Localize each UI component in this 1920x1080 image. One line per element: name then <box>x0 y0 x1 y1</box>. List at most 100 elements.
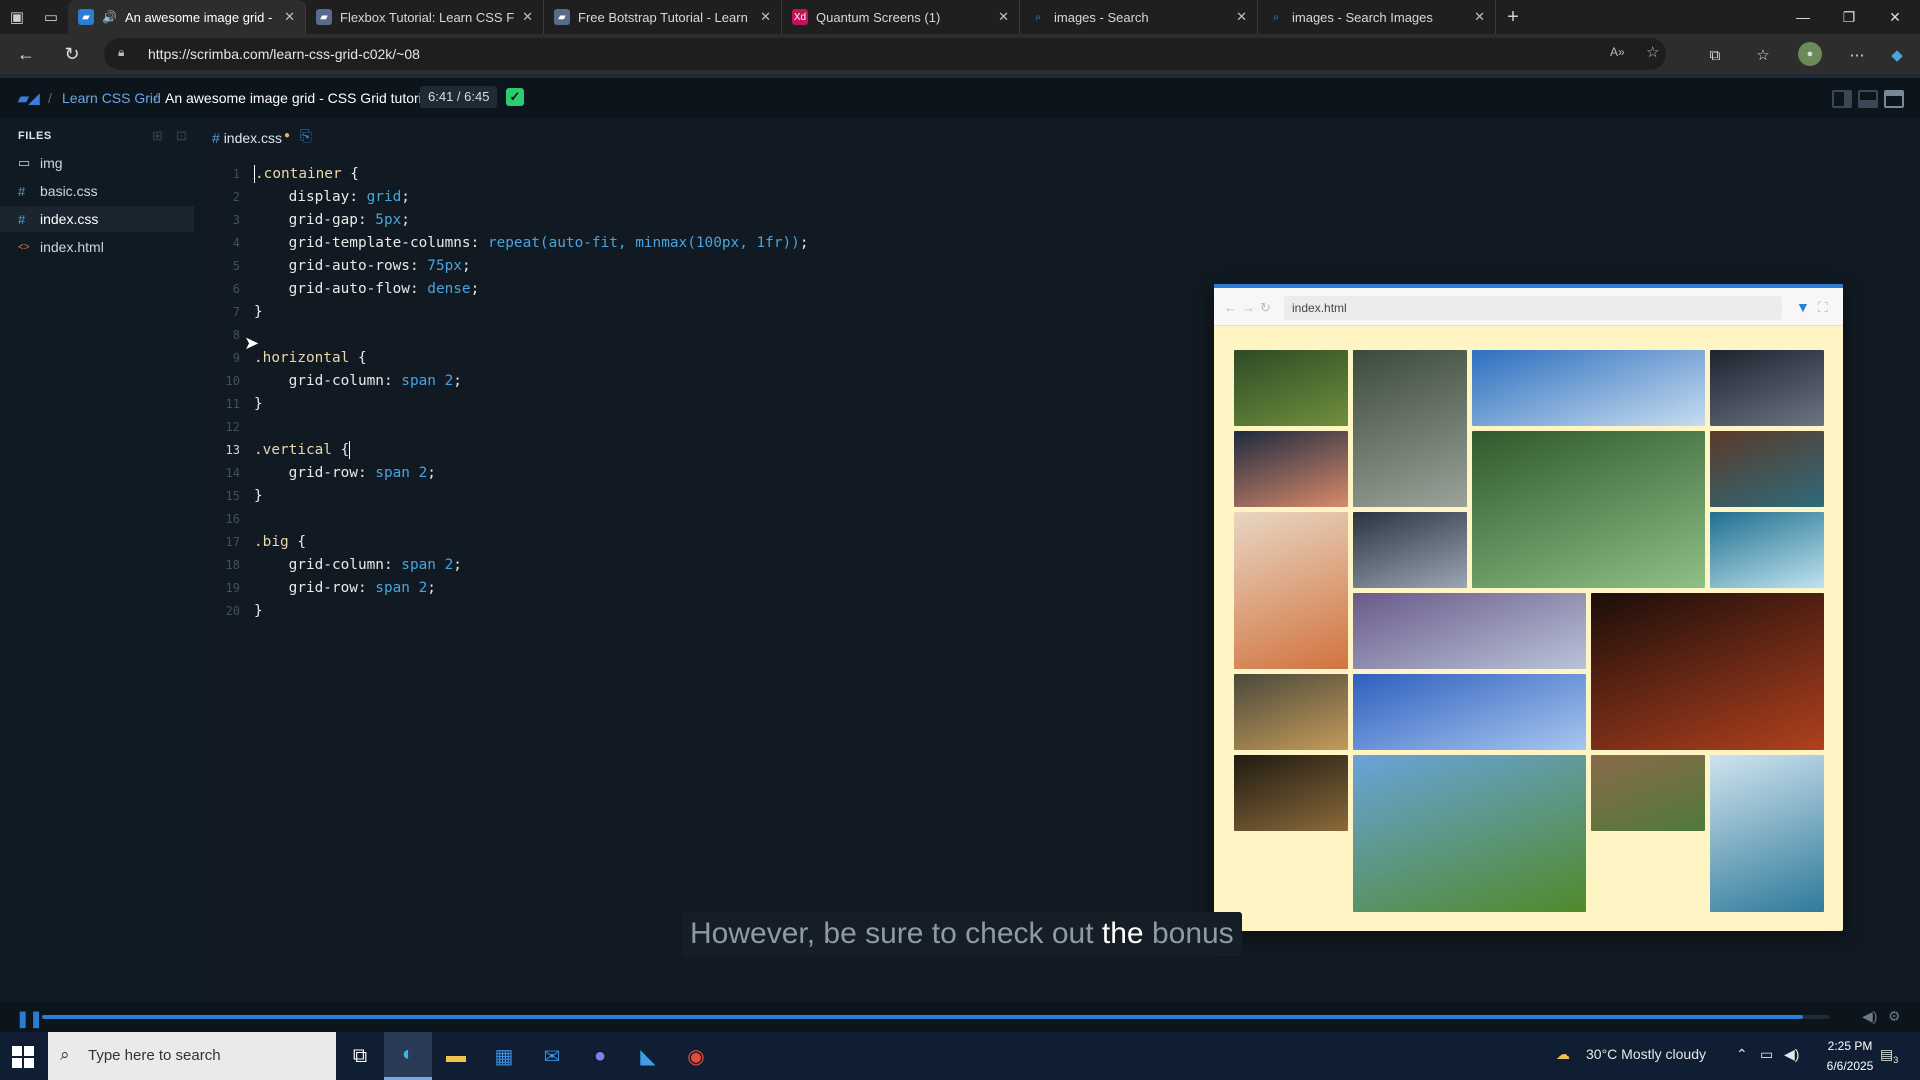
tab-actions-icon[interactable]: ▭ <box>34 0 68 34</box>
css-value: span 2 <box>375 465 428 481</box>
edge-icon[interactable]: ◐ <box>384 1032 432 1080</box>
file-name: basic.css <box>40 183 98 199</box>
copilot-icon[interactable]: ◆ <box>1886 44 1908 66</box>
file-item-img[interactable]: ▭ img <box>0 150 194 176</box>
search-placeholder: Type here to search <box>88 1047 221 1064</box>
tab-css-grid[interactable]: ▰ 🔊 An awesome image grid - CSS Grid tut… <box>68 0 306 34</box>
css-value: grid <box>366 189 402 205</box>
grid-image <box>1234 350 1348 426</box>
breadcrumb-course-link[interactable]: Learn CSS Grid <box>62 90 161 106</box>
taskbar: ⌕ Type here to search ⧉ ◐ ▬ ▦ ✉ ● ◣ ◉ ☁ … <box>0 1032 1920 1080</box>
code-line: 6 grid-auto-flow: dense; <box>204 278 809 301</box>
xd-favicon: Xd <box>792 9 808 25</box>
preview-back-icon[interactable]: ← <box>1224 300 1237 315</box>
weather-text[interactable]: 30°C Mostly cloudy <box>1586 1046 1706 1062</box>
layout-full-icon[interactable] <box>1884 90 1904 108</box>
file-item-basic-css[interactable]: # basic.css <box>0 178 194 204</box>
line-number: 17 <box>225 535 240 549</box>
favorites-icon[interactable]: ☆ <box>1752 44 1774 66</box>
layout-sidebar-icon[interactable] <box>1832 90 1852 108</box>
close-window-button[interactable]: ✕ <box>1872 0 1918 34</box>
new-file-icon[interactable]: ⊞ <box>152 128 163 144</box>
windows-start-icon[interactable] <box>12 1046 34 1068</box>
css-selector: .vertical <box>254 442 332 458</box>
close-tab-icon[interactable]: ✕ <box>1474 9 1485 25</box>
clock[interactable]: 2:25 PM 6/6/2025 <box>1812 1036 1888 1076</box>
file-explorer-icon[interactable]: ▬ <box>432 1032 480 1080</box>
file-name: index.html <box>40 239 104 255</box>
more-menu-icon[interactable]: ⋯ <box>1846 44 1868 66</box>
tab-flexbox[interactable]: ▰ Flexbox Tutorial: Learn CSS Flexbox ✕ <box>306 0 544 34</box>
notifications-icon[interactable]: ▤3 <box>1880 1046 1898 1065</box>
preview-url[interactable]: index.html <box>1284 296 1782 320</box>
grid-image <box>1710 755 1824 912</box>
grid-image <box>1234 512 1348 669</box>
preview-forward-icon[interactable]: → <box>1242 300 1255 315</box>
close-tab-icon[interactable]: ✕ <box>998 9 1009 25</box>
pin-icon[interactable]: ▼ <box>1796 299 1810 315</box>
close-tab-icon[interactable]: ✕ <box>522 9 533 25</box>
editor-file-tab[interactable]: # index.css ● <box>212 130 290 146</box>
taskbar-search-box[interactable]: ⌕ Type here to search <box>48 1032 336 1080</box>
html-file-icon: <> <box>18 241 30 253</box>
read-aloud-icon[interactable]: A» <box>1610 45 1625 59</box>
tab-images-search-images[interactable]: ⌕ images - Search Images ✕ <box>1258 0 1496 34</box>
brace: } <box>254 304 263 320</box>
css-value: repeat(auto-fit, minmax(100px, 1fr)) <box>487 235 800 251</box>
preview-refresh-icon[interactable]: ↻ <box>1260 300 1271 316</box>
settings-icon[interactable]: ⚙ <box>1888 1008 1901 1025</box>
profile-avatar[interactable]: ● <box>1798 42 1822 66</box>
speaker-icon[interactable]: 🔊 <box>102 10 117 24</box>
volume-icon[interactable]: ◀) <box>1862 1008 1877 1025</box>
grid-image <box>1353 755 1586 912</box>
back-button[interactable]: ← <box>12 40 40 68</box>
new-folder-icon[interactable]: ⊡ <box>176 128 187 144</box>
chevron-up-icon[interactable]: ⌃ <box>1736 1046 1748 1063</box>
outlook-icon[interactable]: ✉ <box>528 1032 576 1080</box>
tab-quantum-screens[interactable]: Xd Quantum Screens (1) ✕ <box>782 0 1020 34</box>
close-tab-icon[interactable]: ✕ <box>1236 9 1247 25</box>
new-file-tab-icon[interactable]: ⎘ <box>300 128 312 145</box>
notification-count: 3 <box>1893 1054 1899 1065</box>
volume-icon[interactable]: ◀) <box>1784 1046 1799 1063</box>
url-text: https://scrimba.com/learn-css-grid-c02k/… <box>148 46 420 62</box>
favorite-star-icon[interactable]: ☆ <box>1646 43 1659 61</box>
tab-bootstrap[interactable]: ▰ Free Botstrap Tutorial - Learn Bootstr… <box>544 0 782 34</box>
minimize-button[interactable]: — <box>1780 0 1826 34</box>
line-number: 10 <box>225 374 240 388</box>
progress-track[interactable] <box>42 1015 1830 1019</box>
lock-icon: 🔒︎ <box>118 45 125 59</box>
close-tab-icon[interactable]: ✕ <box>760 9 771 25</box>
chrome-icon[interactable]: ◉ <box>672 1032 720 1080</box>
brace: } <box>254 396 263 412</box>
vscode-icon[interactable]: ◣ <box>624 1032 672 1080</box>
file-item-index-css[interactable]: # index.css <box>0 206 194 232</box>
tab-title: An awesome image grid - CSS Grid tutoria… <box>124 9 276 25</box>
network-icon[interactable]: ▭ <box>1760 1046 1773 1063</box>
address-bar[interactable]: 🔒︎ https://scrimba.com/learn-css-grid-c0… <box>104 38 1666 70</box>
subtitle-text: bonus <box>1143 917 1234 950</box>
scrimba-logo-icon[interactable]: ▰◢ <box>18 90 40 107</box>
store-icon[interactable]: ▦ <box>480 1032 528 1080</box>
restore-button[interactable]: ❐ <box>1826 0 1872 34</box>
teams-icon[interactable]: ● <box>576 1032 624 1080</box>
preview-window[interactable]: ← → ↻ index.html ▼ ⛶ <box>1214 284 1843 931</box>
fullscreen-icon[interactable]: ⛶ <box>1818 299 1828 316</box>
tab-images-search[interactable]: ⌕ images - Search ✕ <box>1020 0 1258 34</box>
pause-icon[interactable]: ❚❚ <box>16 1009 43 1029</box>
code-line: 3 grid-gap: 5px; <box>204 209 809 232</box>
brace: { <box>331 442 350 458</box>
layout-bottom-icon[interactable] <box>1858 90 1878 108</box>
new-tab-button[interactable]: + <box>1496 0 1530 34</box>
extensions-icon[interactable]: ⧉ <box>1704 44 1726 66</box>
task-view-icon[interactable]: ⧉ <box>336 1032 384 1080</box>
refresh-button[interactable]: ↻ <box>58 40 86 68</box>
code-lines[interactable]: 1 .container { 2 display: grid; 3 grid-ga… <box>204 163 809 623</box>
tab-title: images - Search <box>1054 9 1149 25</box>
breadcrumb-separator: / <box>154 90 158 106</box>
file-item-index-html[interactable]: <> index.html <box>0 234 194 260</box>
workspaces-icon[interactable]: ▣ <box>0 0 34 34</box>
grid-image <box>1353 512 1467 588</box>
close-tab-icon[interactable]: ✕ <box>284 9 295 25</box>
css-file-icon: # <box>18 211 26 227</box>
